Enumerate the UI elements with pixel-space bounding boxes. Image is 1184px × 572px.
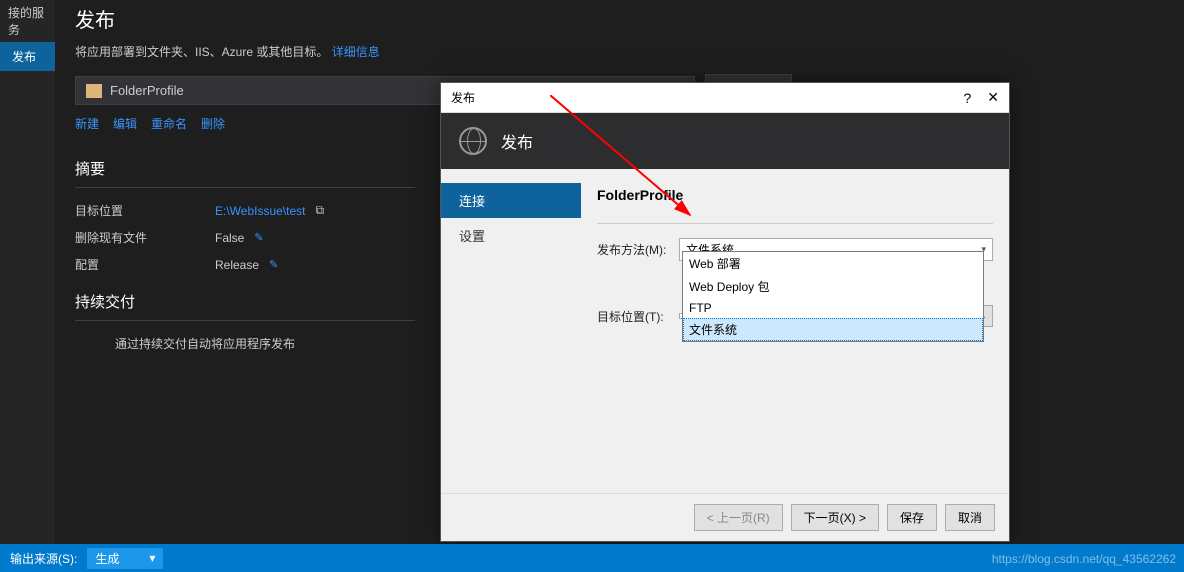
globe-icon [459, 127, 487, 155]
target-location-value[interactable]: E:\WebIssue\test [215, 204, 306, 218]
prev-button[interactable]: < 上一页(R) [694, 504, 783, 531]
cancel-button[interactable]: 取消 [945, 504, 995, 531]
action-edit[interactable]: 编辑 [113, 115, 137, 132]
dialog-title: 发布 [451, 89, 475, 106]
target-location-label: 目标位置(T): [597, 308, 679, 325]
sidebar-item-services[interactable]: 接的服务 [0, 0, 55, 42]
page-title: 发布 [75, 0, 1184, 37]
save-button[interactable]: 保存 [887, 504, 937, 531]
publish-method-label: 发布方法(M): [597, 241, 679, 258]
nav-connection[interactable]: 连接 [441, 183, 581, 218]
folder-icon [86, 84, 102, 98]
help-button[interactable]: ? [963, 90, 971, 106]
dropdown-option[interactable]: FTP [683, 298, 983, 318]
profile-name: FolderProfile [110, 83, 184, 98]
close-button[interactable]: ✕ [987, 89, 999, 106]
delete-existing-value: False [215, 231, 244, 245]
config-value: Release [215, 258, 259, 272]
chevron-down-icon: ▾ [149, 551, 155, 565]
dialog-header-title: 发布 [501, 129, 533, 153]
next-button[interactable]: 下一页(X) > [791, 504, 879, 531]
summary-heading: 摘要 [75, 150, 415, 188]
dropdown-option[interactable]: Web Deploy 包 [683, 275, 983, 298]
action-rename[interactable]: 重命名 [151, 115, 187, 132]
more-info-link[interactable]: 详细信息 [332, 45, 380, 59]
nav-settings[interactable]: 设置 [441, 218, 581, 253]
page-subtitle: 将应用部署到文件夹、IIS、Azure 或其他目标。 详细信息 [75, 43, 1184, 60]
cd-heading: 持续交付 [75, 283, 415, 321]
sidebar-item-publish[interactable]: 发布 [0, 42, 55, 71]
pencil-icon[interactable]: ✎ [254, 231, 263, 244]
copy-icon[interactable]: ⧉ [316, 203, 325, 218]
publish-method-dropdown: Web 部署 Web Deploy 包 FTP 文件系统 [682, 251, 984, 342]
target-location-label: 目标位置 [75, 202, 215, 219]
output-source-dropdown[interactable]: 生成 ▾ [87, 548, 163, 569]
watermark: https://blog.csdn.net/qq_43562262 [992, 552, 1176, 566]
action-new[interactable]: 新建 [75, 115, 99, 132]
delete-existing-label: 删除现有文件 [75, 229, 215, 246]
output-source-label: 输出来源(S): [4, 548, 83, 569]
publish-dialog: 发布 ? ✕ 发布 连接 设置 FolderProfile 发布方法(M): 文… [440, 82, 1010, 542]
dropdown-option-selected[interactable]: 文件系统 [683, 318, 983, 341]
pencil-icon[interactable]: ✎ [269, 258, 278, 271]
dropdown-option[interactable]: Web 部署 [683, 252, 983, 275]
config-label: 配置 [75, 256, 215, 273]
dialog-profile-name: FolderProfile [597, 187, 993, 203]
action-delete[interactable]: 删除 [201, 115, 225, 132]
